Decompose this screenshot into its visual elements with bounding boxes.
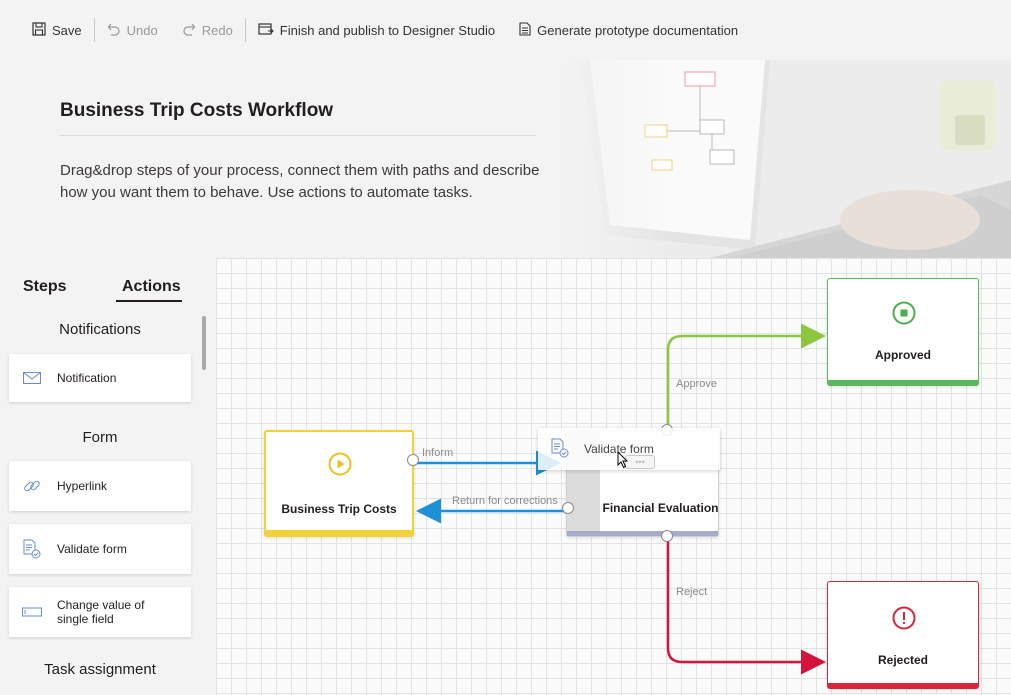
undo-label: Undo	[126, 22, 158, 38]
tab-steps[interactable]: Steps	[23, 278, 67, 296]
finish-publish-label: Finish and publish to Designer Studio	[279, 22, 496, 38]
action-validate-form[interactable]: Validate form	[9, 524, 191, 574]
node-status-bar	[828, 380, 978, 385]
link-icon	[21, 477, 43, 495]
panel-scrollbar[interactable]	[202, 316, 206, 370]
connector-port[interactable]	[661, 530, 673, 542]
active-tab-indicator	[116, 300, 182, 302]
node-approved[interactable]: Approved	[827, 278, 979, 386]
alert-icon	[892, 606, 916, 635]
edge-label-reject[interactable]: Reject	[676, 586, 707, 598]
node-label: Approved	[874, 348, 931, 362]
toolbar-divider	[93, 18, 95, 42]
validate-form-icon	[550, 438, 570, 461]
action-hyperlink[interactable]: Hyperlink	[9, 461, 191, 511]
field-icon	[21, 607, 43, 617]
toolbar: Save Undo Redo Finish and publish to Des…	[0, 0, 1011, 60]
action-label: Notification	[57, 371, 117, 385]
publish-icon	[258, 22, 274, 39]
toolbar-divider	[244, 18, 246, 42]
section-task-assignment: Task assignment	[44, 661, 156, 678]
redo-icon	[182, 22, 196, 39]
section-notifications: Notifications	[59, 321, 141, 338]
action-notification[interactable]: Notification	[9, 354, 191, 402]
laptop-illustration	[560, 60, 1011, 258]
connector-port[interactable]	[407, 454, 419, 466]
edge-label-approve[interactable]: Approve	[676, 378, 717, 390]
tab-actions[interactable]: Actions	[122, 278, 181, 296]
generate-docs-button[interactable]: Generate prototype documentation	[519, 21, 739, 39]
play-icon	[328, 452, 352, 481]
page-title: Business Trip Costs Workflow	[60, 100, 334, 121]
workflow-canvas[interactable]: Business Trip Costs Financial Evaluation…	[216, 258, 1011, 695]
node-status-bar	[828, 683, 978, 688]
reject-path	[666, 536, 826, 675]
page-description: Drag&drop steps of your process, connect…	[60, 162, 540, 201]
action-label: Hyperlink	[57, 479, 108, 493]
section-form: Form	[82, 429, 118, 446]
generate-docs-label: Generate prototype documentation	[537, 22, 739, 38]
hero-banner: Business Trip Costs Workflow Drag&drop s…	[0, 60, 1011, 258]
edge-label-inform[interactable]: Inform	[422, 447, 453, 459]
save-label: Save	[52, 22, 82, 38]
save-icon	[32, 21, 46, 39]
actions-panel: Steps Actions Notifications Notification…	[0, 258, 216, 695]
stop-icon	[892, 301, 916, 330]
undo-icon	[107, 22, 121, 39]
action-label: Validate form	[57, 542, 127, 556]
toolbar-row: Save Undo Redo Finish and publish to Des…	[32, 18, 738, 42]
action-label: Change value of single field	[57, 598, 145, 626]
redo-button[interactable]: Redo	[182, 22, 233, 39]
redo-label: Redo	[201, 22, 233, 38]
node-label: Rejected	[877, 653, 929, 667]
save-button[interactable]: Save	[32, 21, 82, 39]
move-cursor-icon	[617, 450, 631, 474]
envelope-icon	[21, 372, 43, 384]
node-start[interactable]: Business Trip Costs	[264, 430, 414, 537]
connector-port[interactable]	[562, 502, 574, 514]
node-label: Business Trip Costs	[281, 502, 397, 516]
document-icon	[519, 21, 531, 39]
finish-publish-button[interactable]: Finish and publish to Designer Studio	[258, 22, 495, 39]
edge-label-return[interactable]: Return for corrections	[452, 495, 558, 507]
node-status-bar	[266, 530, 412, 535]
node-rejected[interactable]: Rejected	[827, 581, 979, 689]
title-divider	[60, 135, 536, 136]
node-label: Financial Evaluation	[602, 501, 719, 515]
validate-form-icon	[21, 539, 43, 559]
node-status-bar	[567, 531, 718, 536]
action-change-value[interactable]: Change value of single field	[9, 587, 191, 637]
undo-button[interactable]: Undo	[107, 22, 158, 39]
